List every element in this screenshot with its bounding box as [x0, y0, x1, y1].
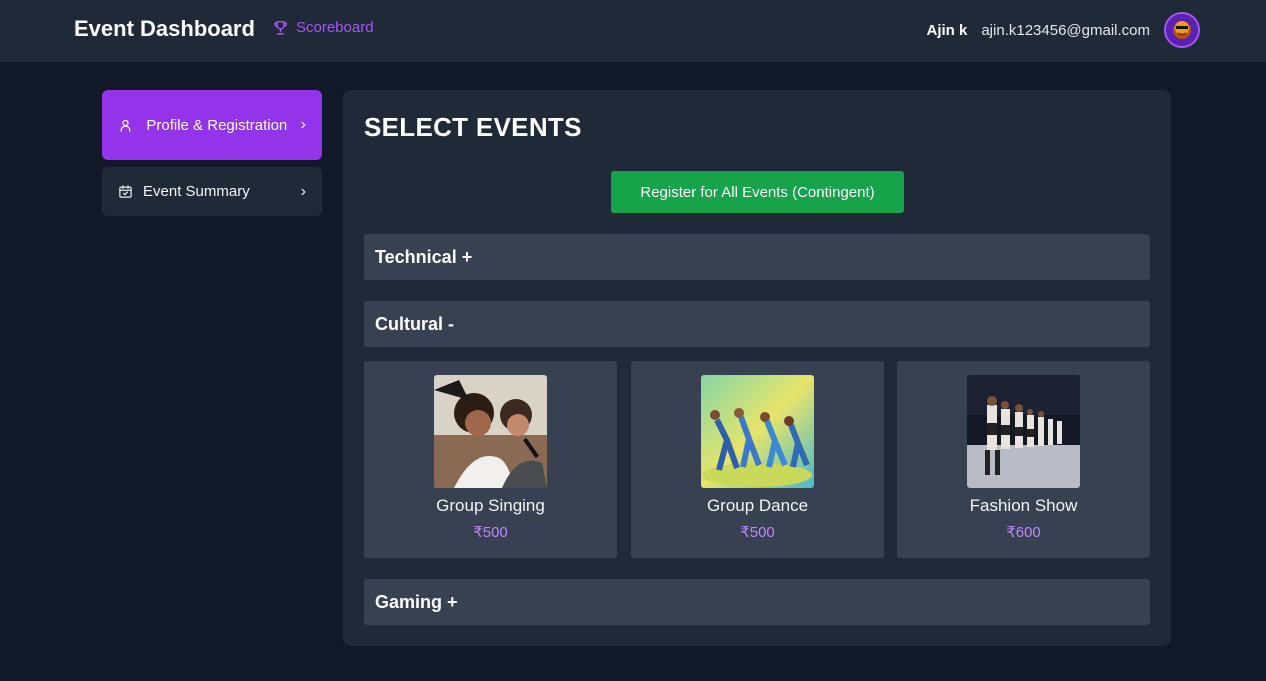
- chevron-right-icon: ›: [300, 116, 306, 133]
- trophy-icon: [274, 21, 287, 35]
- sidebar-item-label: Event Summary: [143, 183, 250, 200]
- select-events-panel: SELECT EVENTS Register for All Events (C…: [343, 90, 1171, 646]
- app-title: Event Dashboard: [74, 16, 255, 41]
- event-name: Fashion Show: [969, 496, 1078, 515]
- sidebar-item-label: Profile & Registration: [146, 116, 288, 134]
- user-email: ajin.k123456@gmail.com: [981, 21, 1150, 39]
- event-name: Group Dance: [706, 496, 809, 515]
- category-technical-toggle[interactable]: Technical +: [364, 234, 1150, 280]
- event-name: Group Singing: [436, 496, 545, 515]
- avatar[interactable]: [1164, 12, 1200, 48]
- user-info: Ajin k ajin.k123456@gmail.com: [926, 12, 1200, 48]
- calendar-check-icon: [119, 185, 132, 198]
- fashion-show-image: [967, 375, 1080, 488]
- event-price: ₹500: [740, 524, 775, 541]
- event-card-fashion-show[interactable]: Fashion Show ₹600: [897, 361, 1150, 558]
- sidebar-item-event-summary[interactable]: Event Summary ›: [102, 167, 322, 216]
- event-card-group-singing[interactable]: Group Singing ₹500: [364, 361, 617, 558]
- sidebar-item-profile-registration[interactable]: Profile & Registration ›: [102, 90, 322, 160]
- page-title: SELECT EVENTS: [364, 112, 582, 142]
- scoreboard-label: Scoreboard: [296, 19, 374, 36]
- category-cultural-toggle[interactable]: Cultural -: [364, 301, 1150, 347]
- register-all-button[interactable]: Register for All Events (Contingent): [611, 171, 904, 213]
- top-navbar: Event Dashboard Scoreboard Ajin k ajin.k…: [0, 0, 1266, 62]
- category-gaming-toggle[interactable]: Gaming +: [364, 579, 1150, 625]
- event-price: ₹500: [473, 524, 508, 541]
- group-dance-image: [701, 375, 814, 488]
- user-name: Ajin k: [926, 21, 968, 39]
- event-card-group-dance[interactable]: Group Dance ₹500: [631, 361, 884, 558]
- chevron-right-icon: ›: [300, 182, 306, 200]
- scoreboard-link[interactable]: Scoreboard: [272, 19, 374, 36]
- event-price: ₹600: [1006, 524, 1041, 541]
- group-singing-image: [434, 375, 547, 488]
- user-icon: [120, 119, 131, 132]
